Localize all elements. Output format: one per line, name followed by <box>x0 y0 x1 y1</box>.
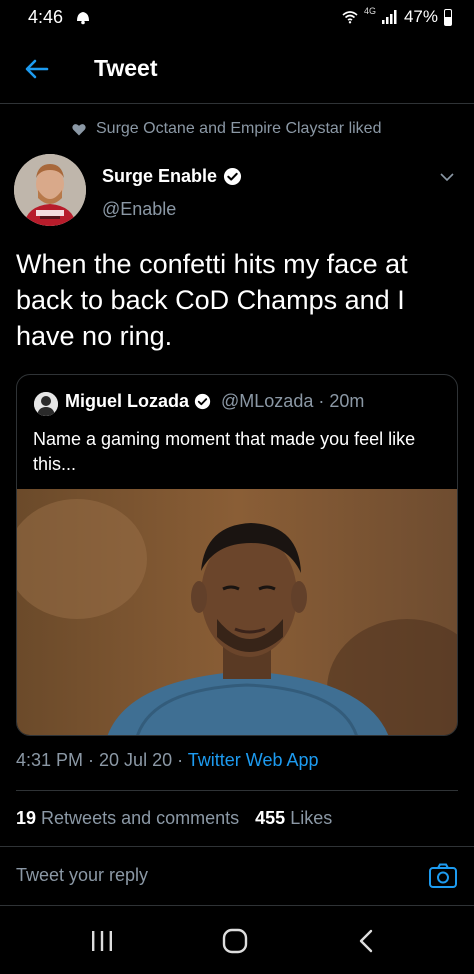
quoted-author-handle: @MLozada · 20m <box>221 391 365 411</box>
system-nav-bar <box>0 906 474 974</box>
quoted-tweet[interactable]: Miguel Lozada @MLozada · 20m Name a gami… <box>16 374 458 736</box>
heart-icon <box>72 123 86 135</box>
verified-badge-icon <box>194 393 211 410</box>
verified-badge-icon <box>223 167 242 186</box>
quoted-media-image[interactable] <box>17 489 458 736</box>
tweet-source-link[interactable]: Twitter Web App <box>188 750 319 770</box>
status-indicators: 4G 47% <box>342 6 452 27</box>
author-avatar[interactable] <box>14 154 86 226</box>
quoted-avatar-image <box>34 392 58 416</box>
status-bar: 4:46 4G 47% <box>0 0 474 36</box>
retweets-count: 19 <box>16 808 37 828</box>
app-bar: Tweet <box>0 36 474 104</box>
chevron-left-icon[interactable] <box>356 928 376 954</box>
chevron-down-icon[interactable] <box>438 168 456 186</box>
notification-icon <box>77 12 89 25</box>
reply-bar <box>0 846 474 906</box>
quoted-author-avatar <box>34 392 58 416</box>
tweet-meta: 4:31 PM · 20 Jul 20 · Twitter Web App <box>16 750 319 771</box>
tweet-stats: 19 Retweets and comments 455 Likes <box>16 808 332 829</box>
tweet-timestamp: 4:31 PM · 20 Jul 20 · <box>16 750 188 770</box>
arrow-left-icon[interactable] <box>22 54 52 84</box>
avatar-image <box>14 154 86 226</box>
retweets-label: Retweets and comments <box>41 808 240 828</box>
social-context-text: Surge Octane and Empire Claystar liked <box>96 120 382 137</box>
quoted-tweet-text: Name a gaming moment that made you feel … <box>33 429 416 474</box>
likes-count: 455 <box>255 808 286 828</box>
wifi-icon <box>342 11 358 24</box>
retweets-stat[interactable]: 19 Retweets and comments <box>16 808 239 829</box>
home-icon[interactable] <box>222 928 248 954</box>
signal-icon <box>381 10 397 24</box>
social-context[interactable]: Surge Octane and Empire Claystar liked <box>72 120 381 138</box>
author-name[interactable]: Surge Enable <box>102 166 242 187</box>
author-name-text: Surge Enable <box>102 166 218 186</box>
quoted-header: Miguel Lozada @MLozada · 20m <box>65 391 364 412</box>
likes-label: Likes <box>290 808 333 828</box>
divider <box>16 790 458 791</box>
battery-percent: 47% <box>403 7 438 26</box>
author-handle[interactable]: @Enable <box>102 199 176 220</box>
camera-icon[interactable] <box>428 861 458 891</box>
tweet-text: When the confetti hits my face at back t… <box>16 249 408 351</box>
likes-stat[interactable]: 455 Likes <box>255 808 332 829</box>
status-time: 4:46 <box>28 7 64 27</box>
reply-input[interactable] <box>16 865 396 886</box>
network-type: 4G <box>363 6 376 16</box>
page-title: Tweet <box>94 55 158 81</box>
recents-icon[interactable] <box>90 930 114 952</box>
quoted-author-name: Miguel Lozada <box>65 391 190 411</box>
battery-icon <box>444 8 452 26</box>
